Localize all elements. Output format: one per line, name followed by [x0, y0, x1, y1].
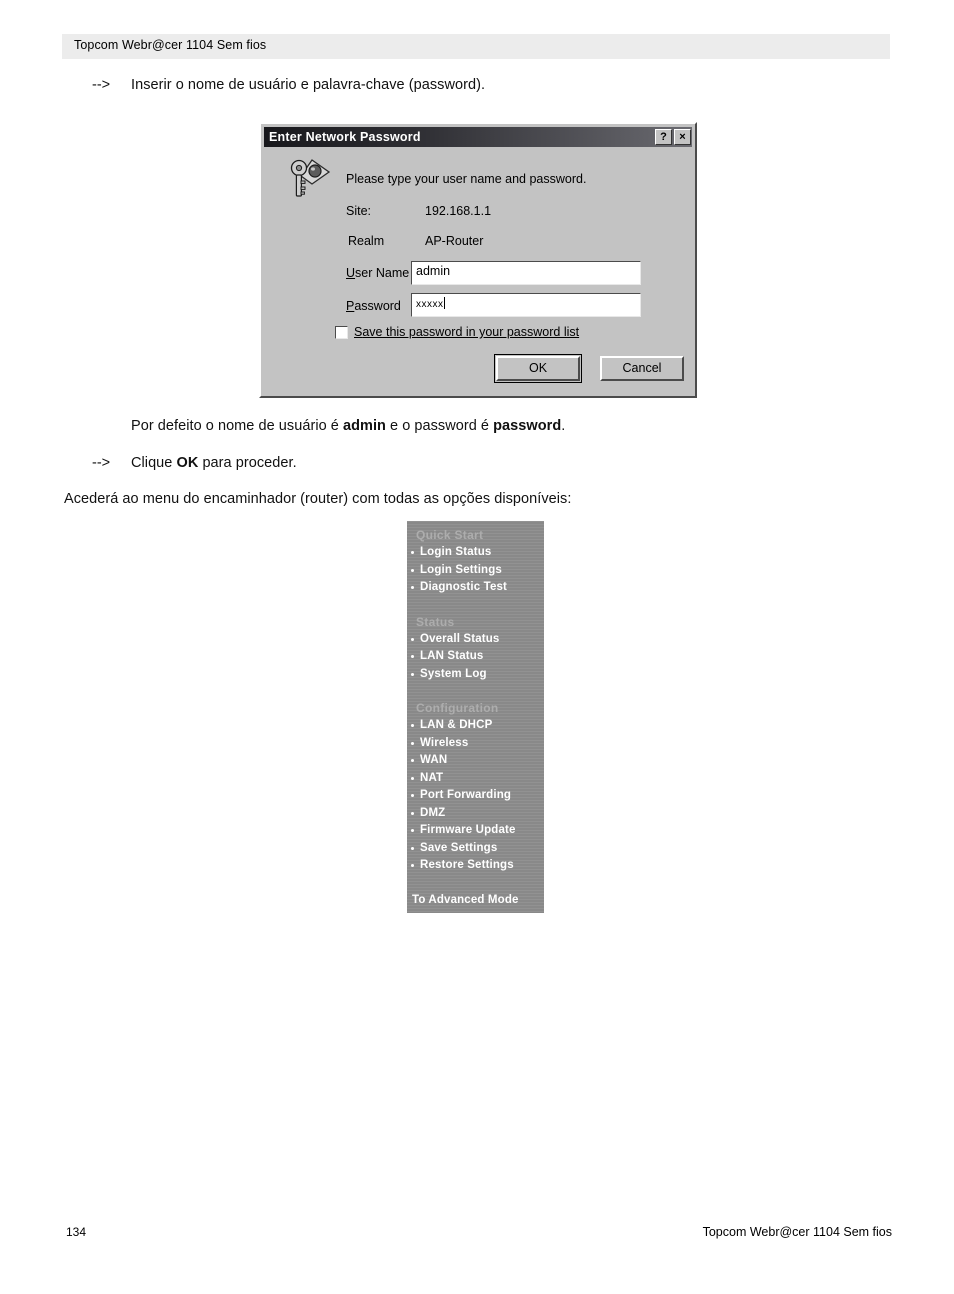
menu-item-firmware-update[interactable]: Firmware Update [407, 822, 544, 840]
site-value: 192.168.1.1 [425, 204, 492, 218]
menu-section-heading-configuration: Configuration [416, 701, 499, 715]
menu-item-login-status[interactable]: Login Status [407, 544, 544, 562]
result-text: Acederá ao menu do encaminhador (router)… [64, 491, 572, 507]
dialog-title: Enter Network Password [269, 130, 421, 144]
save-password-label-rest: ave this password in your password list [362, 325, 580, 339]
note-middle: e o password é [385, 418, 494, 434]
text-caret [443, 297, 445, 309]
menu-item-nat[interactable]: NAT [407, 770, 544, 788]
titlebar-button-group: ? × [655, 129, 691, 145]
save-password-label: Save this password in your password list [354, 325, 579, 339]
menu-item-save-settings[interactable]: Save Settings [407, 840, 544, 858]
menu-gap-1 [407, 597, 544, 614]
menu-item-to-advanced-mode[interactable]: To Advanced Mode [407, 892, 544, 909]
menu-item-system-log[interactable]: System Log [407, 666, 544, 684]
step2-suffix: para proceder. [198, 455, 297, 471]
menu-item-lan-and-dhcp[interactable]: LAN & DHCP [407, 717, 544, 735]
username-value: admin [416, 264, 451, 278]
password-input[interactable]: xxxxx [411, 293, 641, 317]
step2-arrow-marker: --> [92, 455, 111, 471]
realm-label: Realm [348, 234, 385, 248]
step1-arrow-marker: --> [92, 77, 111, 93]
menu-gap-3 [407, 875, 544, 892]
username-input[interactable]: admin [411, 261, 641, 285]
password-label-rest: assword [354, 299, 401, 313]
note-prefix: Por defeito o nome de usuário é [131, 418, 343, 434]
footer-page-number: 134 [66, 1225, 87, 1239]
menu-item-overall-status[interactable]: Overall Status [407, 631, 544, 649]
dialog-titlebar[interactable]: Enter Network Password ? × [264, 127, 692, 147]
dialog-prompt: Please type your user name and password. [346, 172, 587, 186]
step2-text: Clique OK para proceder. [131, 455, 297, 471]
enter-network-password-dialog: Enter Network Password ? × Please type y… [259, 122, 697, 398]
username-label: User Name [346, 266, 409, 280]
footer-title: Topcom Webr@cer 1104 Sem fios [702, 1225, 892, 1239]
menu-item-port-forwarding[interactable]: Port Forwarding [407, 787, 544, 805]
default-credentials-note: Por defeito o nome de usuário é admin e … [131, 418, 565, 434]
step2-prefix: Clique [131, 455, 177, 471]
note-password: password [493, 418, 562, 434]
page-header-title: Topcom Webr@cer 1104 Sem fios [74, 38, 267, 52]
step2-bold: OK [176, 455, 199, 471]
password-value: xxxxx [416, 299, 444, 310]
menu-section-heading-quick-start: Quick Start [416, 528, 484, 542]
site-label: Site: [346, 204, 372, 218]
save-password-checkbox[interactable] [335, 326, 348, 339]
menu-item-lan-status[interactable]: LAN Status [407, 648, 544, 666]
menu-item-wireless[interactable]: Wireless [407, 735, 544, 753]
router-menu-panel: Quick Start Login Status Login Settings … [407, 521, 544, 913]
menu-item-wan[interactable]: WAN [407, 752, 544, 770]
menu-item-dmz[interactable]: DMZ [407, 805, 544, 823]
cancel-button[interactable]: Cancel [600, 356, 684, 381]
realm-value: AP-Router [425, 234, 484, 248]
help-icon[interactable]: ? [655, 129, 672, 145]
password-label: Password [346, 299, 401, 313]
menu-gap-2 [407, 683, 544, 700]
step1-text: Inserir o nome de usuário e palavra-chav… [131, 77, 486, 93]
menu-item-diagnostic-test[interactable]: Diagnostic Test [407, 579, 544, 597]
note-username: admin [342, 418, 386, 434]
key-network-icon [290, 159, 331, 197]
username-label-rest: ser Name [355, 266, 410, 280]
username-label-accel: U [346, 266, 356, 280]
menu-item-restore-settings[interactable]: Restore Settings [407, 857, 544, 875]
ok-button[interactable]: OK [494, 354, 582, 383]
note-suffix: . [561, 418, 566, 434]
menu-section-heading-status: Status [416, 614, 455, 629]
page-header-band: Topcom Webr@cer 1104 Sem fios [62, 34, 890, 59]
menu-item-login-settings[interactable]: Login Settings [407, 562, 544, 580]
close-icon[interactable]: × [674, 129, 691, 145]
